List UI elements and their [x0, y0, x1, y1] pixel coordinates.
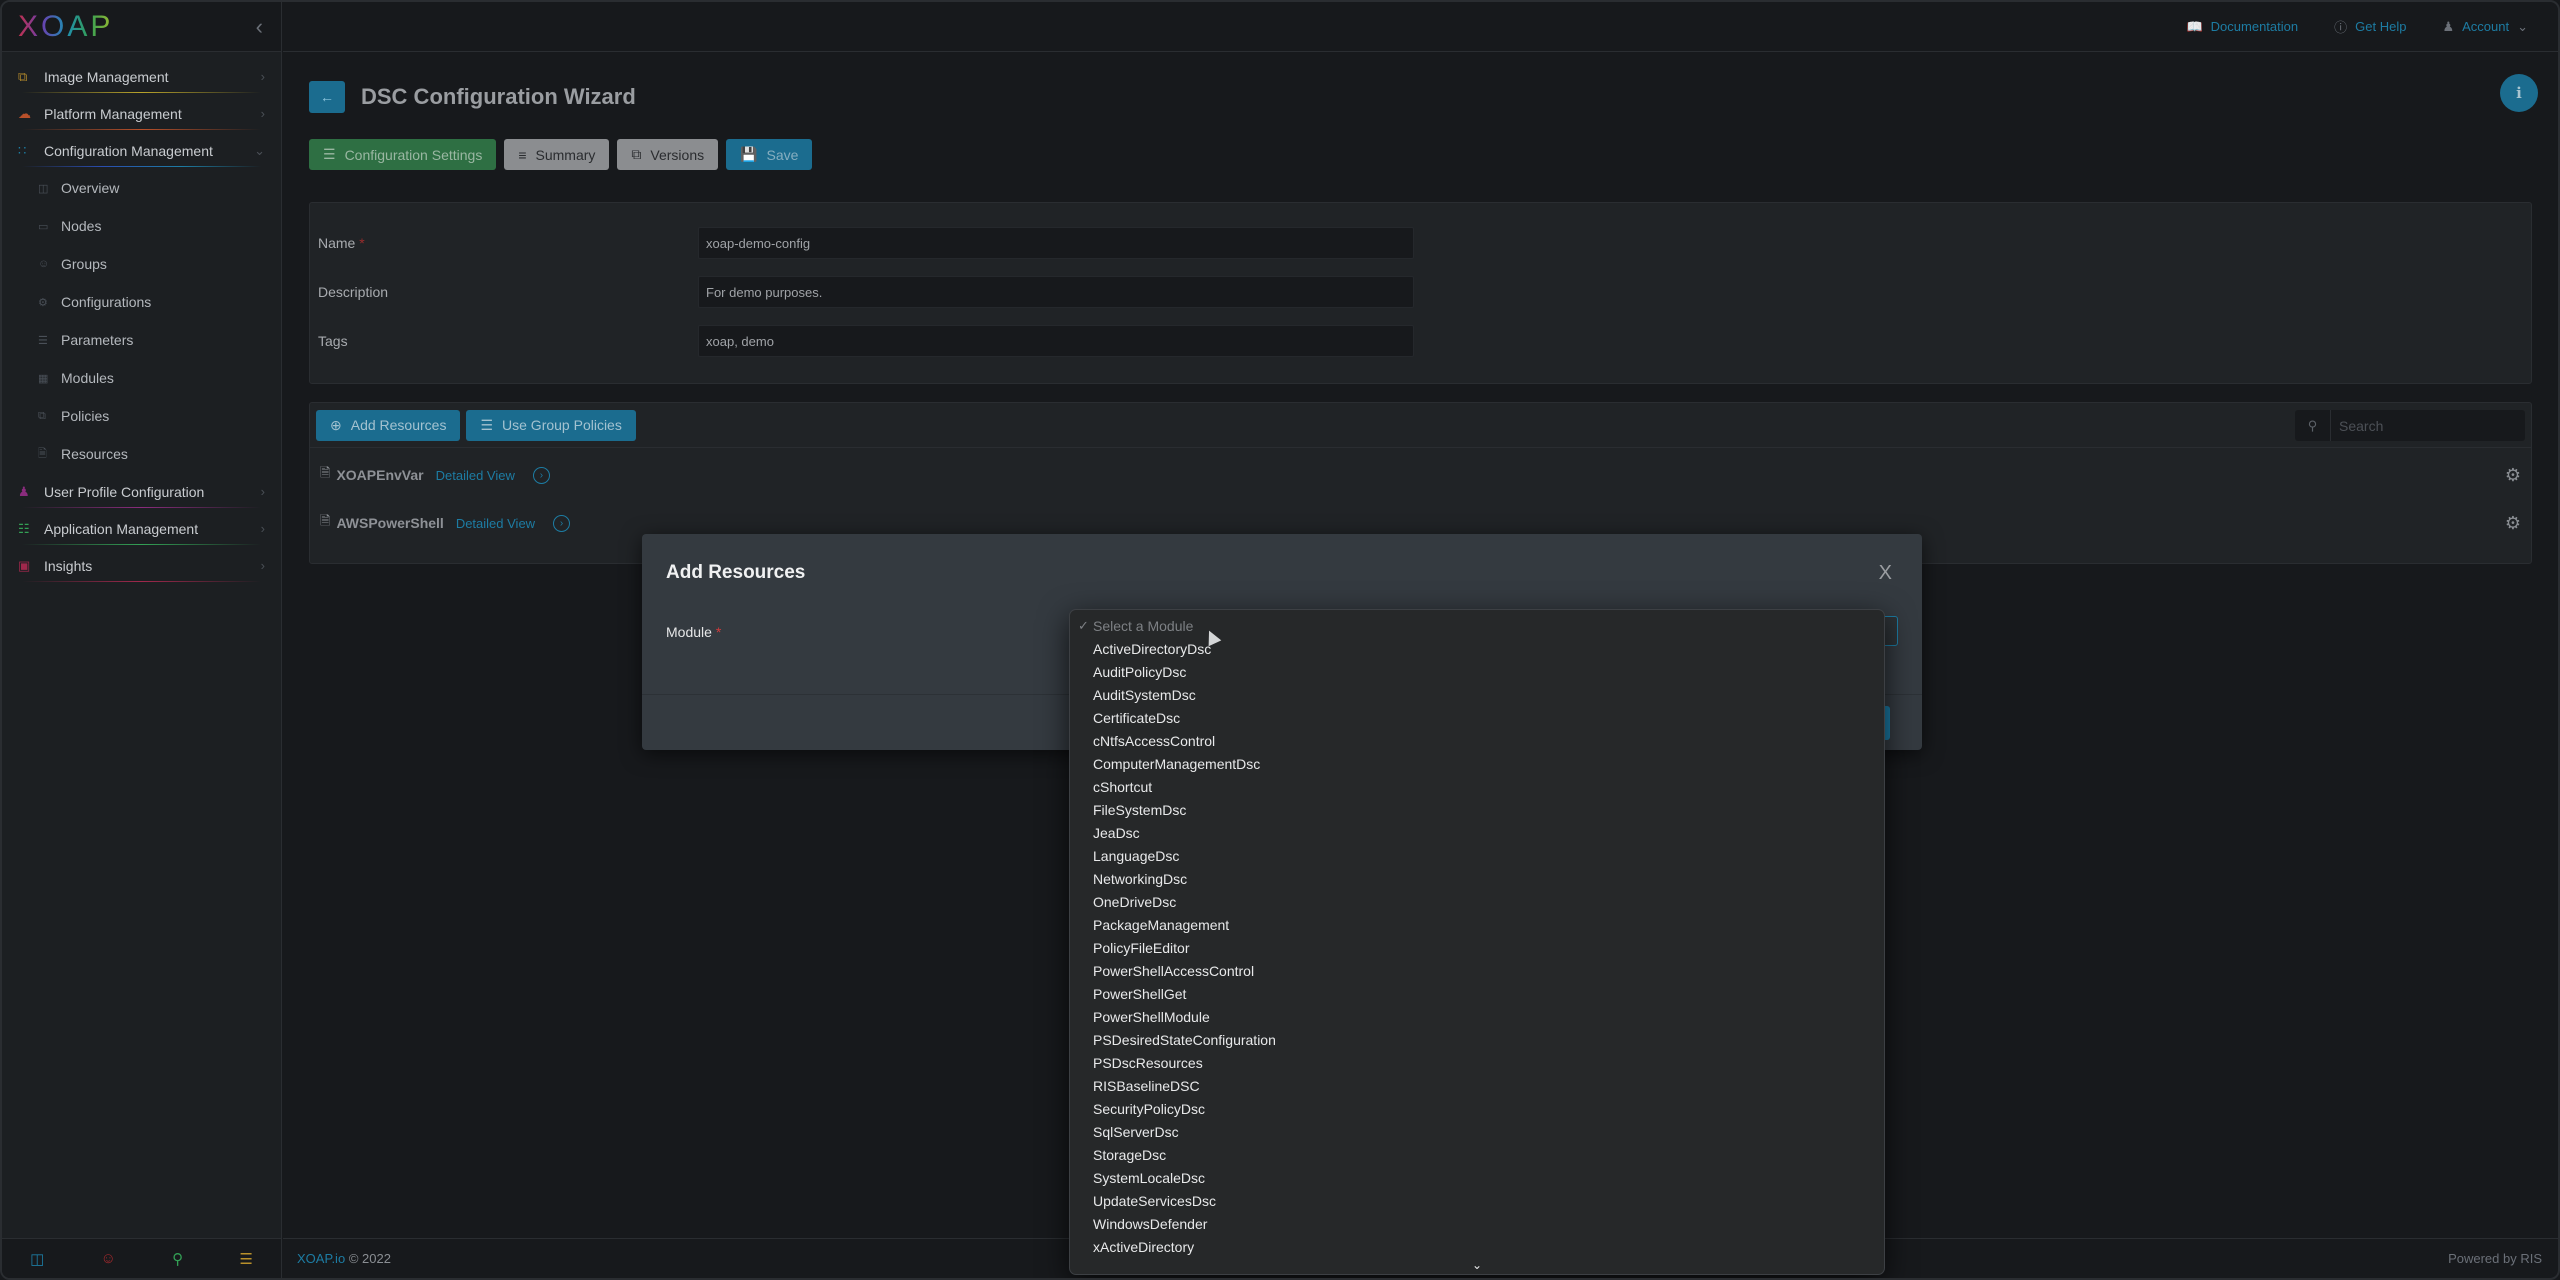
dropdown-option[interactable]: UpdateServicesDsc	[1070, 1189, 1884, 1212]
checkmark-icon: ✓	[1078, 617, 1089, 633]
dropdown-option[interactable]: AuditSystemDsc	[1070, 683, 1884, 706]
dropdown-option[interactable]: cNtfsAccessControl	[1070, 729, 1884, 752]
dropdown-option[interactable]: PSDscResources	[1070, 1051, 1884, 1074]
dropdown-option[interactable]: NetworkingDsc	[1070, 867, 1884, 890]
dropdown-option[interactable]: PowerShellAccessControl	[1070, 959, 1884, 982]
dropdown-option[interactable]: PowerShellGet	[1070, 982, 1884, 1005]
chevron-down-icon[interactable]: ⌄	[1070, 1258, 1884, 1272]
dropdown-option[interactable]: xActiveDirectory	[1070, 1235, 1884, 1258]
dropdown-option[interactable]: JeaDsc	[1070, 821, 1884, 844]
dropdown-option[interactable]: AuditPolicyDsc	[1070, 660, 1884, 683]
app-window: XOAP ‹ ⧉ Image Management › ☁ Platform M…	[0, 0, 2560, 1280]
dropdown-option[interactable]: ActiveDirectoryDsc	[1070, 637, 1884, 660]
required-mark: *	[715, 624, 722, 640]
dropdown-option[interactable]: PolicyFileEditor	[1070, 936, 1884, 959]
dropdown-options: ActiveDirectoryDsc AuditPolicyDsc AuditSys…	[1070, 637, 1884, 1258]
dropdown-option[interactable]: CertificateDsc	[1070, 706, 1884, 729]
module-label: Module *	[666, 624, 722, 640]
dropdown-option[interactable]: SystemLocaleDsc	[1070, 1166, 1884, 1189]
dropdown-option[interactable]: PackageManagement	[1070, 913, 1884, 936]
dropdown-option-placeholder[interactable]: ✓ Select a Module	[1070, 614, 1884, 637]
module-dropdown: ✓ Select a Module ActiveDirectoryDsc Audi…	[1069, 609, 1885, 1275]
dropdown-option[interactable]: ComputerManagementDsc	[1070, 752, 1884, 775]
dropdown-option[interactable]: LanguageDsc	[1070, 844, 1884, 867]
dropdown-option[interactable]: SecurityPolicyDsc	[1070, 1097, 1884, 1120]
close-icon[interactable]: X	[1879, 562, 1892, 585]
dropdown-option[interactable]: FileSystemDsc	[1070, 798, 1884, 821]
dropdown-option[interactable]: StorageDsc	[1070, 1143, 1884, 1166]
option-label: Select a Module	[1093, 617, 1194, 634]
dropdown-option[interactable]: PowerShellModule	[1070, 1005, 1884, 1028]
modal-title: Add Resources	[666, 562, 806, 583]
dropdown-option[interactable]: PSDesiredStateConfiguration	[1070, 1028, 1884, 1051]
dropdown-option[interactable]: WindowsDefender	[1070, 1212, 1884, 1235]
dropdown-option[interactable]: SqlServerDsc	[1070, 1120, 1884, 1143]
dropdown-option[interactable]: cShortcut	[1070, 775, 1884, 798]
dropdown-option[interactable]: OneDriveDsc	[1070, 890, 1884, 913]
dropdown-option[interactable]: RISBaselineDSC	[1070, 1074, 1884, 1097]
